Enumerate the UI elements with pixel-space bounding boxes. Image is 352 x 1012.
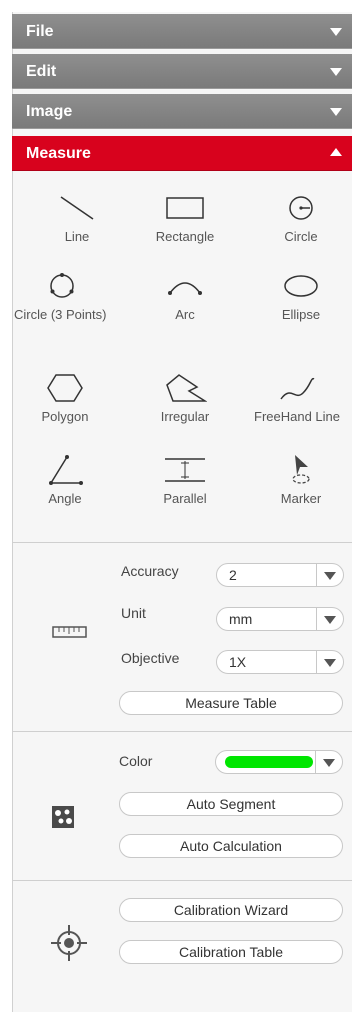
- line-icon: [22, 188, 132, 228]
- tool-label: Polygon: [41, 409, 89, 424]
- tool-marker[interactable]: Marker: [246, 450, 352, 507]
- menu-measure-label: Measure: [26, 145, 91, 162]
- calibration-wizard-button[interactable]: Calibration Wizard: [119, 898, 343, 922]
- tool-label: Ellipse: [281, 307, 321, 322]
- tool-arc[interactable]: Arc: [130, 266, 240, 323]
- menu-image-label: Image: [26, 103, 73, 120]
- marker-icon: [246, 450, 352, 490]
- parallel-icon: [130, 450, 240, 490]
- tool-circle-3-points[interactable]: Circle (3 Points): [12, 266, 112, 323]
- chevron-down-icon: [315, 751, 342, 773]
- tool-label: Parallel: [163, 491, 207, 506]
- arc-icon: [130, 266, 240, 306]
- freehand-line-icon: [240, 368, 352, 408]
- unit-label: Unit: [121, 605, 146, 621]
- unit-value: mm: [229, 611, 253, 627]
- measure-table-button[interactable]: Measure Table: [119, 691, 343, 715]
- accuracy-label: Accuracy: [121, 563, 179, 579]
- menu-file-label: File: [26, 23, 54, 40]
- divider: [12, 880, 352, 881]
- menu-measure[interactable]: Measure: [12, 136, 352, 171]
- divider: [12, 542, 352, 543]
- accuracy-select[interactable]: 2: [216, 563, 344, 587]
- tool-irregular[interactable]: Irregular: [130, 368, 240, 425]
- ellipse-icon: [246, 266, 352, 306]
- chevron-down-icon: [316, 564, 343, 586]
- chevron-down-icon: [330, 108, 342, 116]
- unit-select[interactable]: mm: [216, 607, 344, 631]
- menu-edit[interactable]: Edit: [12, 54, 352, 89]
- tool-polygon[interactable]: Polygon: [12, 368, 118, 425]
- irregular-icon: [130, 368, 240, 408]
- rectangle-icon: [130, 188, 240, 228]
- angle-icon: [12, 450, 118, 490]
- chevron-down-icon: [316, 608, 343, 630]
- tool-label: FreeHand Line: [254, 409, 340, 424]
- auto-segment-button[interactable]: Auto Segment: [119, 792, 343, 816]
- polygon-icon: [12, 368, 118, 408]
- chevron-down-icon: [330, 28, 342, 36]
- accuracy-value: 2: [229, 567, 237, 583]
- crosshair-icon: [51, 925, 87, 961]
- color-swatch: [225, 756, 313, 768]
- circle-icon: [246, 188, 352, 228]
- tool-parallel[interactable]: Parallel: [130, 450, 240, 507]
- tool-line[interactable]: Line: [22, 188, 132, 245]
- calibration-table-button[interactable]: Calibration Table: [119, 940, 343, 964]
- tool-ellipse[interactable]: Ellipse: [246, 266, 352, 323]
- chevron-down-icon: [316, 651, 343, 673]
- color-select[interactable]: [215, 750, 343, 774]
- tool-label: Angle: [48, 491, 82, 506]
- color-label: Color: [119, 753, 153, 769]
- menu-edit-label: Edit: [26, 63, 57, 80]
- tool-label: Line: [64, 229, 90, 244]
- objective-label: Objective: [121, 650, 180, 666]
- tool-label: Circle: [284, 229, 318, 244]
- objective-value: 1X: [229, 654, 247, 670]
- segment-icon: [52, 806, 74, 828]
- menu-image[interactable]: Image: [12, 94, 352, 129]
- auto-calculation-button[interactable]: Auto Calculation: [119, 834, 343, 858]
- tool-label: Arc: [175, 307, 195, 322]
- objective-select[interactable]: 1X: [216, 650, 344, 674]
- chevron-down-icon: [330, 68, 342, 76]
- tool-angle[interactable]: Angle: [12, 450, 118, 507]
- menu-file[interactable]: File: [12, 14, 352, 49]
- tool-label: Marker: [280, 491, 322, 506]
- chevron-up-icon: [330, 148, 342, 156]
- tool-label: Rectangle: [155, 229, 215, 244]
- tool-freehand-line[interactable]: FreeHand Line: [240, 368, 352, 425]
- tool-rectangle[interactable]: Rectangle: [130, 188, 240, 245]
- circle-3-points-icon: [12, 266, 112, 306]
- tool-circle[interactable]: Circle: [246, 188, 352, 245]
- tool-label: Circle (3 Points): [14, 307, 107, 322]
- ruler-icon: [52, 626, 87, 638]
- divider: [12, 731, 352, 732]
- tool-label: Irregular: [160, 409, 210, 424]
